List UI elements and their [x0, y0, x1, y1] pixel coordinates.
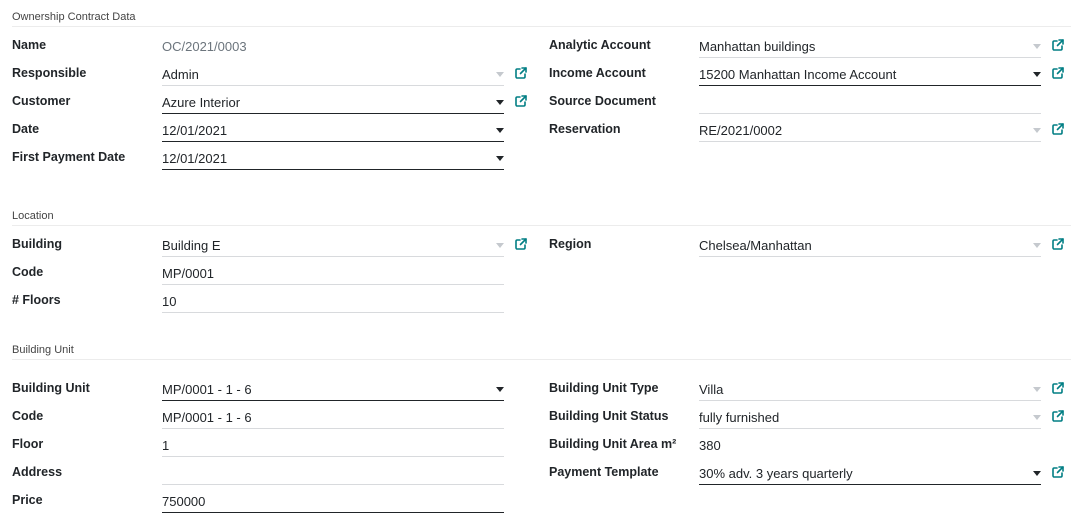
payment-template-value: 30% adv. 3 years quarterly — [699, 466, 853, 481]
caret-down-icon[interactable] — [1033, 415, 1041, 420]
price-input[interactable]: 750000 — [162, 489, 504, 513]
responsible-value: Admin — [162, 67, 199, 82]
external-link-icon[interactable] — [1051, 409, 1065, 423]
building-unit-select[interactable]: MP/0001 - 1 - 6 — [162, 377, 504, 401]
first-payment-date-value: 12/01/2021 — [162, 151, 228, 166]
reservation-label: Reservation — [549, 122, 621, 136]
analytic-account-label: Analytic Account — [549, 38, 651, 52]
region-value: Chelsea/Manhattan — [699, 238, 812, 253]
date-value: 12/01/2021 — [162, 123, 228, 138]
name-value: OC/2021/0003 — [162, 39, 247, 54]
date-label: Date — [12, 122, 40, 136]
building-select[interactable]: Building E — [162, 233, 504, 257]
customer-select[interactable]: Azure Interior — [162, 90, 504, 114]
analytic-account-select[interactable]: Manhattan buildings — [699, 34, 1041, 58]
caret-down-icon[interactable] — [496, 128, 504, 133]
external-link-icon[interactable] — [1051, 381, 1065, 395]
source-document-input[interactable] — [699, 90, 1041, 114]
external-link-icon[interactable] — [1051, 237, 1065, 251]
external-link-icon[interactable] — [1051, 465, 1065, 479]
external-link-icon[interactable] — [514, 237, 528, 251]
region-select[interactable]: Chelsea/Manhattan — [699, 233, 1041, 257]
caret-down-icon[interactable] — [496, 72, 504, 77]
customer-value: Azure Interior — [162, 95, 241, 110]
location-code-input[interactable]: MP/0001 — [162, 261, 504, 285]
unit-type-select[interactable]: Villa — [699, 377, 1041, 401]
unit-area-field: 380 — [699, 433, 1041, 457]
section-title-ownership: Ownership Contract Data — [12, 11, 136, 23]
building-unit-label: Building Unit — [12, 381, 90, 395]
floor-label: Floor — [12, 437, 44, 451]
unit-status-select[interactable]: fully furnished — [699, 405, 1041, 429]
name-label: Name — [12, 38, 47, 52]
section-divider — [12, 225, 1071, 226]
floors-value: 10 — [162, 294, 177, 309]
reservation-select[interactable]: RE/2021/0002 — [699, 118, 1041, 142]
reservation-value: RE/2021/0002 — [699, 123, 783, 138]
section-divider — [12, 359, 1071, 360]
external-link-icon[interactable] — [1051, 122, 1065, 136]
date-input[interactable]: 12/01/2021 — [162, 118, 504, 142]
location-code-value: MP/0001 — [162, 266, 215, 281]
caret-down-icon[interactable] — [1033, 471, 1041, 476]
name-field: OC/2021/0003 — [162, 34, 504, 58]
responsible-label: Responsible — [12, 66, 87, 80]
caret-down-icon[interactable] — [496, 243, 504, 248]
region-label: Region — [549, 237, 592, 251]
payment-template-label: Payment Template — [549, 465, 659, 479]
floor-input[interactable]: 1 — [162, 433, 504, 457]
income-account-value: 15200 Manhattan Income Account — [699, 67, 897, 82]
unit-area-label: Building Unit Area m² — [549, 437, 677, 451]
section-title-location: Location — [12, 210, 54, 222]
building-unit-value: MP/0001 - 1 - 6 — [162, 382, 252, 397]
caret-down-icon[interactable] — [1033, 44, 1041, 49]
caret-down-icon[interactable] — [496, 156, 504, 161]
analytic-account-value: Manhattan buildings — [699, 39, 816, 54]
external-link-icon[interactable] — [1051, 66, 1065, 80]
building-label: Building — [12, 237, 62, 251]
external-link-icon[interactable] — [514, 66, 528, 80]
external-link-icon[interactable] — [514, 94, 528, 108]
caret-down-icon[interactable] — [1033, 72, 1041, 77]
floors-label: # Floors — [12, 293, 61, 307]
external-link-icon[interactable] — [1051, 38, 1065, 52]
location-code-label: Code — [12, 265, 44, 279]
building-value: Building E — [162, 238, 221, 253]
address-label: Address — [12, 465, 63, 479]
caret-down-icon[interactable] — [1033, 243, 1041, 248]
source-document-label: Source Document — [549, 94, 656, 108]
unit-area-value: 380 — [699, 438, 721, 453]
address-input[interactable] — [162, 461, 504, 485]
unit-status-value: fully furnished — [699, 410, 780, 425]
section-divider — [12, 26, 1071, 27]
payment-template-select[interactable]: 30% adv. 3 years quarterly — [699, 461, 1041, 485]
price-value: 750000 — [162, 494, 206, 509]
unit-type-value: Villa — [699, 382, 724, 397]
first-payment-date-input[interactable]: 12/01/2021 — [162, 146, 504, 170]
unit-code-input[interactable]: MP/0001 - 1 - 6 — [162, 405, 504, 429]
caret-down-icon[interactable] — [496, 387, 504, 392]
income-account-select[interactable]: 15200 Manhattan Income Account — [699, 62, 1041, 86]
price-label: Price — [12, 493, 43, 507]
income-account-label: Income Account — [549, 66, 646, 80]
caret-down-icon[interactable] — [1033, 387, 1041, 392]
floors-input[interactable]: 10 — [162, 289, 504, 313]
floor-value: 1 — [162, 438, 170, 453]
unit-type-label: Building Unit Type — [549, 381, 659, 395]
section-title-unit: Building Unit — [12, 344, 74, 356]
unit-code-value: MP/0001 - 1 - 6 — [162, 410, 252, 425]
caret-down-icon[interactable] — [496, 100, 504, 105]
customer-label: Customer — [12, 94, 71, 108]
first-payment-date-label: First Payment Date — [12, 150, 126, 164]
unit-code-label: Code — [12, 409, 44, 423]
unit-status-label: Building Unit Status — [549, 409, 669, 423]
caret-down-icon[interactable] — [1033, 128, 1041, 133]
responsible-select[interactable]: Admin — [162, 62, 504, 86]
